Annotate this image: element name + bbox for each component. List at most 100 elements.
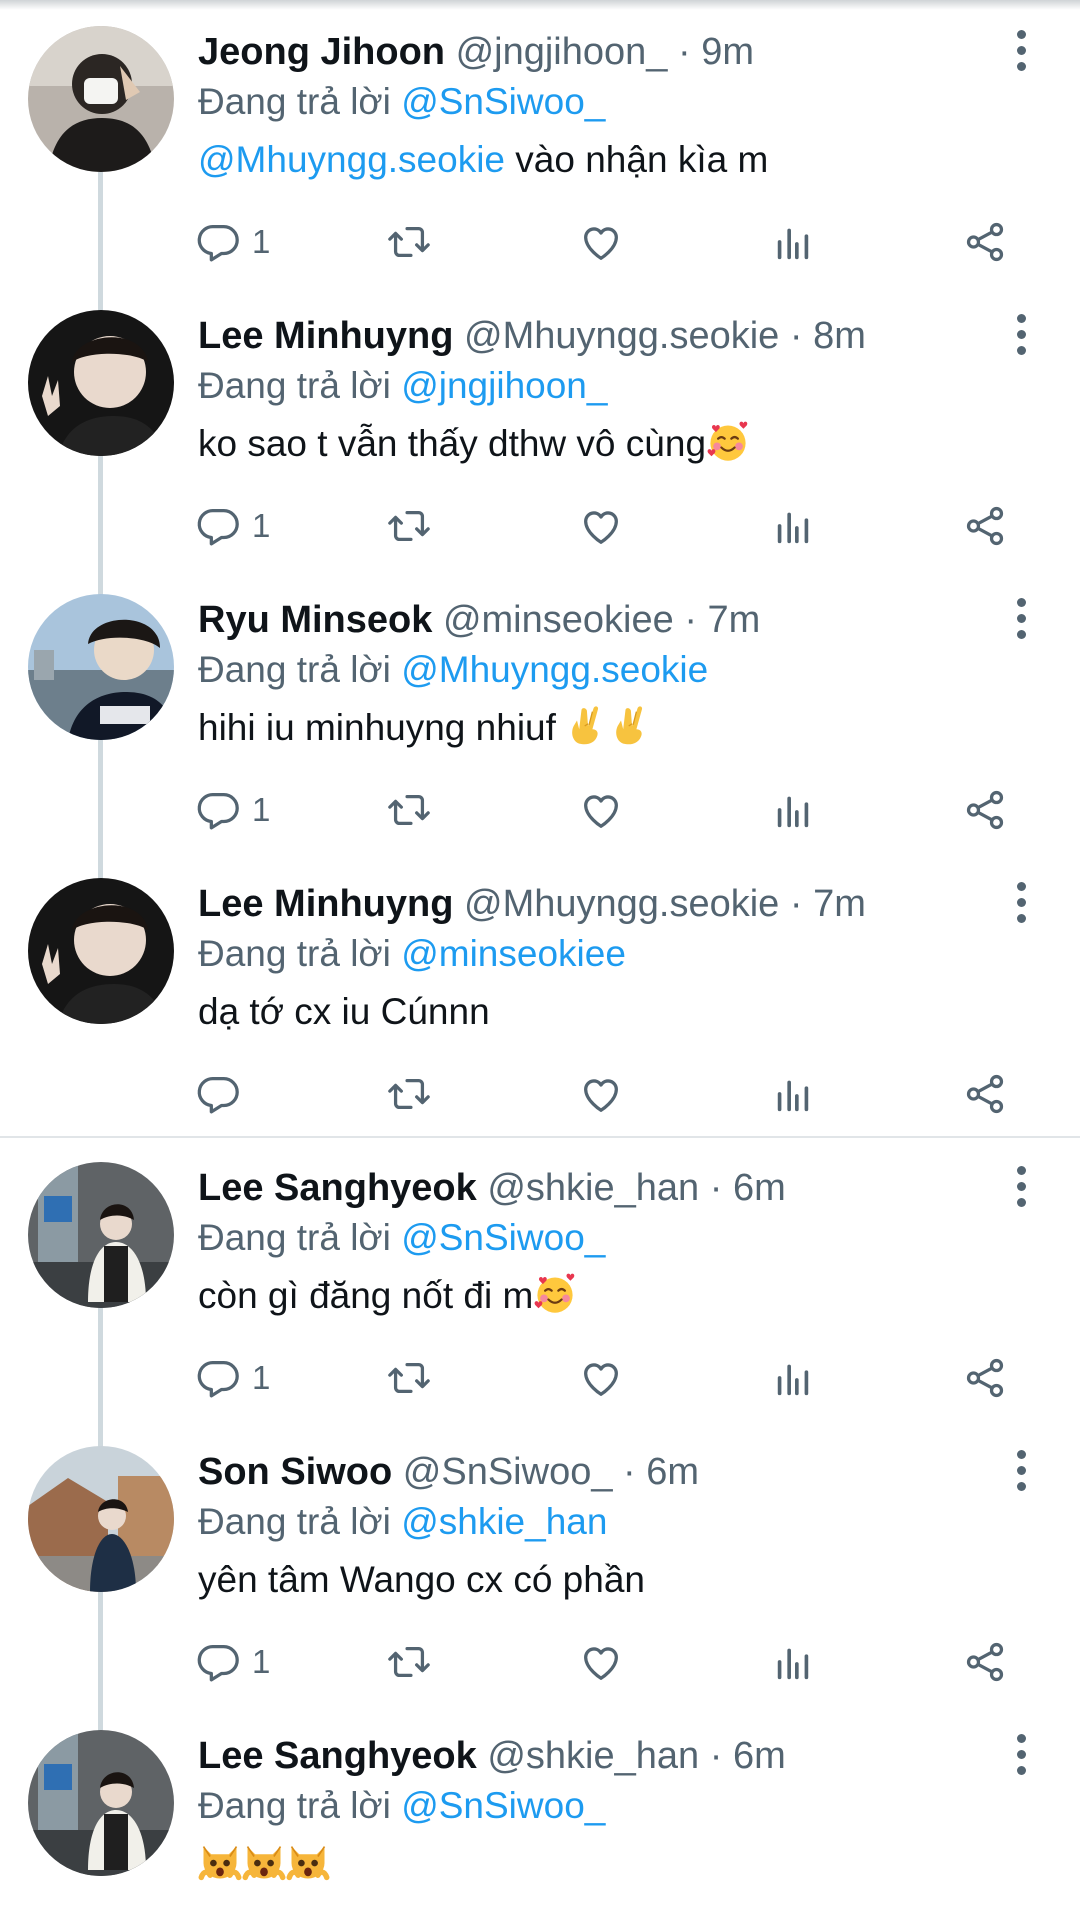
- reply-to-mention[interactable]: @SnSiwoo_: [401, 81, 605, 122]
- more-options-icon[interactable]: [1008, 598, 1034, 644]
- timestamp[interactable]: 6m: [646, 1451, 699, 1493]
- tweet-header: Son Siwoo @SnSiwoo_ · 6m: [198, 1446, 699, 1498]
- tweet-header: Ryu Minseok @minseokiee · 7m: [198, 594, 760, 646]
- like-button[interactable]: [578, 1066, 624, 1122]
- share-button[interactable]: [962, 1066, 1008, 1122]
- views-button[interactable]: [770, 498, 816, 554]
- reply-to-mention[interactable]: @Mhuyngg.seokie: [401, 649, 708, 690]
- like-button[interactable]: [578, 214, 624, 270]
- more-options-icon[interactable]: [1008, 1734, 1034, 1780]
- reply-to-mention[interactable]: @shkie_han: [401, 1501, 607, 1542]
- timestamp[interactable]: 6m: [733, 1735, 786, 1777]
- replying-label: Đang trả lời: [198, 933, 391, 974]
- more-options-icon[interactable]: [1008, 30, 1034, 76]
- more-options-icon[interactable]: [1008, 314, 1034, 360]
- share-button[interactable]: [962, 1634, 1008, 1690]
- avatar[interactable]: [28, 26, 174, 172]
- views-button[interactable]: [770, 1350, 816, 1406]
- timestamp[interactable]: 8m: [813, 315, 866, 357]
- timestamp[interactable]: 7m: [813, 883, 866, 925]
- retweet-button[interactable]: [386, 782, 432, 838]
- reply-button[interactable]: 1: [196, 214, 270, 270]
- avatar[interactable]: [28, 1730, 174, 1876]
- reply-tweet[interactable]: Lee Minhuyng @Mhuyngg.seokie · 8m Đang t…: [0, 284, 1080, 568]
- share-button[interactable]: [962, 782, 1008, 838]
- display-name[interactable]: Lee Minhuyng: [198, 315, 453, 357]
- action-bar: 1: [196, 498, 1026, 554]
- tweet-text: @Mhuyngg.seokie vào nhận kìa m: [198, 134, 768, 186]
- share-icon: [962, 1355, 1008, 1401]
- more-options-icon[interactable]: [1008, 1166, 1034, 1212]
- reply-button[interactable]: 1: [196, 1634, 270, 1690]
- like-button[interactable]: [578, 782, 624, 838]
- avatar[interactable]: [28, 594, 174, 740]
- reply-tweet[interactable]: Lee Sanghyeok @shkie_han · 6m Đang trả l…: [0, 1704, 1080, 1912]
- text-mention[interactable]: @Mhuyngg.seokie: [198, 139, 505, 180]
- replying-to-line: Đang trả lời @SnSiwoo_: [198, 76, 605, 128]
- reply-to-mention[interactable]: @SnSiwoo_: [401, 1785, 605, 1826]
- retweet-button[interactable]: [386, 214, 432, 270]
- display-name[interactable]: Lee Minhuyng: [198, 883, 453, 925]
- share-button[interactable]: [962, 1350, 1008, 1406]
- reply-button[interactable]: 1: [196, 498, 270, 554]
- views-button[interactable]: [770, 214, 816, 270]
- more-options-icon[interactable]: [1008, 882, 1034, 928]
- user-handle[interactable]: @jngjihoon_: [456, 31, 668, 73]
- user-handle[interactable]: @Mhuyngg.seokie: [464, 315, 779, 357]
- display-name[interactable]: Son Siwoo: [198, 1451, 392, 1493]
- crossed-fingers-emoji: [610, 704, 654, 748]
- display-name[interactable]: Jeong Jihoon: [198, 31, 445, 73]
- retweet-button[interactable]: [386, 1634, 432, 1690]
- display-name[interactable]: Lee Sanghyeok: [198, 1735, 477, 1777]
- display-name[interactable]: Lee Sanghyeok: [198, 1167, 477, 1209]
- user-handle[interactable]: @SnSiwoo_: [403, 1451, 613, 1493]
- avatar[interactable]: [28, 1446, 174, 1592]
- avatar[interactable]: [28, 878, 174, 1024]
- reply-tweet[interactable]: Lee Minhuyng @Mhuyngg.seokie · 7m Đang t…: [0, 852, 1080, 1136]
- reply-tweet[interactable]: Son Siwoo @SnSiwoo_ · 6m Đang trả lời @s…: [0, 1420, 1080, 1704]
- retweet-button[interactable]: [386, 1066, 432, 1122]
- reply-to-mention[interactable]: @SnSiwoo_: [401, 1217, 605, 1258]
- replying-to-line: Đang trả lời @SnSiwoo_: [198, 1780, 605, 1832]
- reply-tweet[interactable]: Lee Sanghyeok @shkie_han · 6m Đang trả l…: [0, 1136, 1080, 1420]
- share-button[interactable]: [962, 498, 1008, 554]
- user-handle[interactable]: @Mhuyngg.seokie: [464, 883, 779, 925]
- action-bar: 1: [196, 1634, 1026, 1690]
- user-handle[interactable]: @shkie_han: [487, 1735, 699, 1777]
- retweet-button[interactable]: [386, 1350, 432, 1406]
- tweet-body: còn gì đăng nốt đi m: [198, 1275, 534, 1316]
- reply-button[interactable]: 1: [196, 1350, 270, 1406]
- views-button[interactable]: [770, 1066, 816, 1122]
- like-button[interactable]: [578, 498, 624, 554]
- views-button[interactable]: [770, 1634, 816, 1690]
- user-handle[interactable]: @minseokiee: [443, 599, 674, 641]
- reply-icon: [196, 1355, 242, 1401]
- retweet-icon: [386, 1639, 432, 1685]
- replying-label: Đang trả lời: [198, 81, 391, 122]
- avatar[interactable]: [28, 1162, 174, 1308]
- timestamp[interactable]: 6m: [733, 1167, 786, 1209]
- share-button[interactable]: [962, 214, 1008, 270]
- share-icon: [962, 219, 1008, 265]
- like-button[interactable]: [578, 1350, 624, 1406]
- tweet-text: [198, 1838, 330, 1890]
- timestamp[interactable]: 7m: [708, 599, 761, 641]
- reply-button[interactable]: [196, 1066, 242, 1122]
- like-button[interactable]: [578, 1634, 624, 1690]
- display-name[interactable]: Ryu Minseok: [198, 599, 432, 641]
- reply-count: 1: [252, 507, 271, 544]
- timestamp[interactable]: 9m: [701, 31, 754, 73]
- reply-icon: [196, 219, 242, 265]
- views-button[interactable]: [770, 782, 816, 838]
- action-bar: 1: [196, 782, 1026, 838]
- retweet-button[interactable]: [386, 498, 432, 554]
- user-handle[interactable]: @shkie_han: [487, 1167, 699, 1209]
- reply-button[interactable]: 1: [196, 782, 270, 838]
- reply-tweet[interactable]: Jeong Jihoon @jngjihoon_ · 9m Đang trả l…: [0, 0, 1080, 284]
- avatar[interactable]: [28, 310, 174, 456]
- action-bar: 1: [196, 214, 1026, 270]
- reply-to-mention[interactable]: @jngjihoon_: [401, 365, 607, 406]
- more-options-icon[interactable]: [1008, 1450, 1034, 1496]
- reply-to-mention[interactable]: @minseokiee: [401, 933, 626, 974]
- reply-tweet[interactable]: Ryu Minseok @minseokiee · 7m Đang trả lờ…: [0, 568, 1080, 852]
